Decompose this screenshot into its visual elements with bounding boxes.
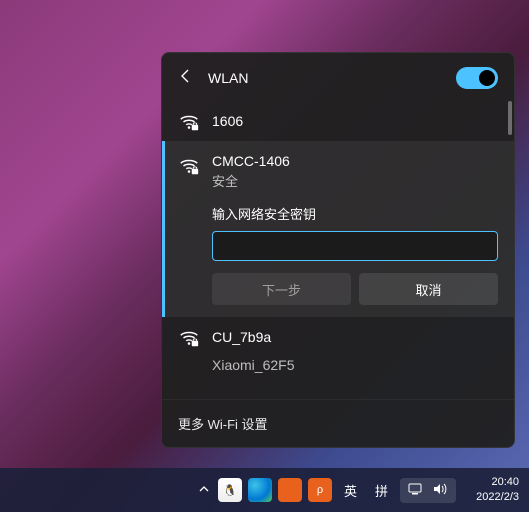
- password-input[interactable]: [212, 231, 498, 261]
- wifi-network-selected: CMCC-1406 安全 输入网络安全密钥 下一步 取消: [162, 141, 514, 317]
- wifi-network-item[interactable]: 1606: [162, 101, 514, 141]
- everything-icon[interactable]: ρ: [308, 478, 332, 502]
- back-icon[interactable]: [178, 68, 194, 89]
- password-prompt: 输入网络安全密钥: [212, 204, 498, 223]
- wifi-secure-icon: [178, 155, 198, 175]
- ime-mode[interactable]: 拼: [369, 481, 394, 500]
- wifi-security: 安全: [212, 171, 498, 190]
- taskbar: 🐧 ρ 英 拼 20:40 2022/2/3: [0, 468, 529, 512]
- ime-lang[interactable]: 英: [338, 481, 363, 500]
- cancel-button[interactable]: 取消: [359, 273, 498, 305]
- wifi-name: CMCC-1406: [212, 153, 498, 169]
- wifi-name: 1606: [212, 113, 243, 129]
- wifi-flyout: WLAN 1606 CMCC-1406 安全 输入网络安全密钥 下一步 取消: [161, 52, 515, 448]
- volume-icon: [432, 482, 448, 499]
- clock[interactable]: 20:40 2022/2/3: [476, 475, 519, 505]
- flyout-title: WLAN: [208, 70, 442, 86]
- network-icon: [408, 482, 424, 499]
- next-button[interactable]: 下一步: [212, 273, 351, 305]
- app-icon[interactable]: [278, 478, 302, 502]
- wifi-network-item[interactable]: Xiaomi_62F5: [162, 357, 514, 373]
- wifi-list: 1606 CMCC-1406 安全 输入网络安全密钥 下一步 取消 CU_7b9…: [162, 101, 514, 399]
- wifi-secure-icon: [178, 327, 198, 347]
- qq-icon[interactable]: 🐧: [218, 478, 242, 502]
- wifi-name: CU_7b9a: [212, 329, 271, 345]
- wifi-network-item[interactable]: CU_7b9a: [162, 317, 514, 357]
- flyout-header: WLAN: [162, 53, 514, 101]
- scrollbar[interactable]: [508, 101, 512, 135]
- date: 2022/2/3: [476, 490, 519, 505]
- wifi-name: Xiaomi_62F5: [212, 357, 295, 373]
- edge-icon[interactable]: [248, 478, 272, 502]
- tray-chevron-icon[interactable]: [198, 483, 210, 498]
- time: 20:40: [476, 475, 519, 490]
- system-tray-group[interactable]: [400, 478, 456, 503]
- wifi-secure-icon: [178, 111, 198, 131]
- more-wifi-settings[interactable]: 更多 Wi-Fi 设置: [162, 399, 514, 447]
- wifi-toggle[interactable]: [456, 67, 498, 89]
